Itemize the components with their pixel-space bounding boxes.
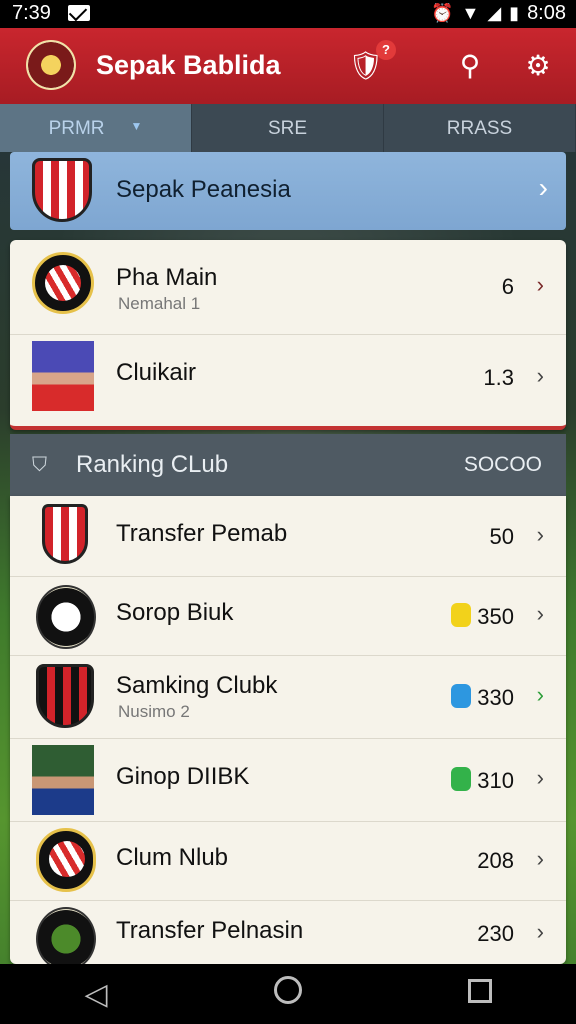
item-value: 50	[489, 524, 514, 549]
notification-badge: ?	[376, 40, 396, 60]
value-text: 350	[477, 604, 514, 629]
player-photo	[32, 745, 94, 815]
banner-label: Sepak Peanesia	[116, 176, 291, 203]
list-item[interactable]: Clum Nlub 208 ›	[10, 822, 566, 901]
shield-icon: ⛉	[32, 454, 47, 476]
status-clock: 8:08	[527, 2, 566, 24]
tab-prmr[interactable]: PRMR ▼	[0, 104, 192, 152]
list-item[interactable]: Pha Main Nemahal 1 6 ›	[10, 240, 566, 335]
chevron-right-icon: ›	[536, 765, 544, 790]
list-item[interactable]: Transfer Pemab 50 ›	[10, 496, 566, 577]
item-name: Cluikair	[116, 359, 197, 386]
tab-label: SRE	[267, 118, 308, 139]
home-button[interactable]	[258, 976, 318, 1012]
list-item[interactable]: Cluikair 1.3 ›	[10, 335, 566, 425]
home-icon	[274, 976, 302, 1004]
status-bar: 7:39 ⏰ ▼ ◢ ▮ 8:08	[0, 0, 576, 28]
coin-icon	[451, 684, 472, 708]
item-value: 6	[501, 274, 514, 299]
item-value: 1.3	[483, 365, 514, 390]
signal-icon: ◢	[487, 3, 502, 23]
tab-sre[interactable]: SRE	[192, 104, 384, 152]
player-photo	[32, 341, 94, 411]
club-logo-icon[interactable]	[26, 40, 76, 90]
recents-button[interactable]	[450, 977, 510, 1011]
club-crest-icon	[36, 907, 96, 971]
coin-icon	[451, 767, 472, 791]
club-crest-icon	[42, 504, 88, 564]
item-sub: Nusimo 2	[118, 702, 190, 721]
tab-bar: PRMR ▼ SRE RRASS	[0, 104, 576, 152]
item-sub: Nemahal 1	[118, 294, 201, 313]
list-item[interactable]: Samking Clubk Nusimo 2 330 ›	[10, 656, 566, 739]
chevron-right-icon: ›	[536, 601, 544, 626]
league-crest-icon	[32, 158, 92, 222]
chevron-right-icon: ›	[538, 172, 548, 203]
item-name: Sorop Biuk	[116, 599, 234, 626]
tab-label: PRMR	[48, 118, 105, 139]
item-value: 208	[477, 848, 514, 873]
settings-icon[interactable]: ⚙	[522, 50, 554, 82]
list-item[interactable]: Transfer Pelnasin 230 ›	[10, 901, 566, 971]
wifi-icon: ▼	[461, 3, 480, 23]
item-value: 350	[451, 603, 514, 630]
list-item[interactable]: Ginop DIIBK 310 ›	[10, 739, 566, 822]
club-crest-icon	[36, 585, 96, 649]
item-name: Transfer Pelnasin	[116, 917, 304, 944]
item-name: Transfer Pemab	[116, 520, 288, 547]
tab-label: RRASS	[446, 118, 513, 139]
featured-league-banner[interactable]: Sepak Peanesia ›	[10, 152, 566, 230]
tab-rrass[interactable]: RRASS	[384, 104, 576, 152]
value-text: 330	[477, 685, 514, 710]
mail-icon	[68, 5, 90, 21]
battery-icon: ▮	[509, 3, 520, 23]
caret-down-icon: ▼	[130, 119, 143, 133]
system-nav-bar: ◁	[0, 964, 576, 1024]
top-list-card: Pha Main Nemahal 1 6 › Cluikair 1.3 ›	[10, 240, 566, 430]
chevron-right-icon: ›	[536, 919, 544, 944]
item-name: Samking Clubk	[116, 672, 278, 699]
value-text: 310	[477, 768, 514, 793]
club-crest-icon	[32, 252, 94, 314]
item-value: 230	[477, 921, 514, 946]
chevron-right-icon: ›	[536, 272, 544, 297]
club-crest-icon	[36, 828, 96, 892]
chevron-right-icon: ›	[536, 363, 544, 388]
back-icon[interactable]: ◁	[66, 977, 126, 1012]
ranking-section-header: ⛉ Ranking CLub SOCOO	[10, 434, 566, 496]
item-value: 330	[451, 684, 514, 711]
chevron-right-icon: ›	[536, 682, 544, 707]
section-value: SOCOO	[463, 453, 542, 476]
chevron-right-icon: ›	[536, 846, 544, 871]
section-title: Ranking CLub	[76, 451, 229, 478]
ranking-list-card: Transfer Pemab 50 › Sorop Biuk 350 › Sam…	[10, 496, 566, 971]
notification-shield-icon[interactable]: 🛡	[348, 50, 384, 82]
coin-icon	[451, 603, 472, 627]
recents-icon	[468, 979, 492, 1003]
item-name: Clum Nlub	[116, 844, 229, 871]
item-name: Pha Main	[116, 264, 218, 291]
status-time: 7:39	[12, 2, 51, 24]
item-name: Ginop DIIBK	[116, 763, 250, 790]
status-icons: ⏰ ▼ ◢ ▮ 8:08	[431, 2, 566, 25]
club-crest-icon	[36, 664, 94, 728]
alarm-icon: ⏰	[431, 3, 454, 23]
search-icon[interactable]: ⚲	[454, 50, 486, 82]
list-item[interactable]: Sorop Biuk 350 ›	[10, 577, 566, 656]
item-value: 310	[451, 767, 514, 794]
app-bar: Sepak Bablida 🛡 ? ⚲ ⚙	[0, 28, 576, 104]
chevron-right-icon: ›	[536, 522, 544, 547]
app-title: Sepak Bablida	[96, 50, 281, 80]
